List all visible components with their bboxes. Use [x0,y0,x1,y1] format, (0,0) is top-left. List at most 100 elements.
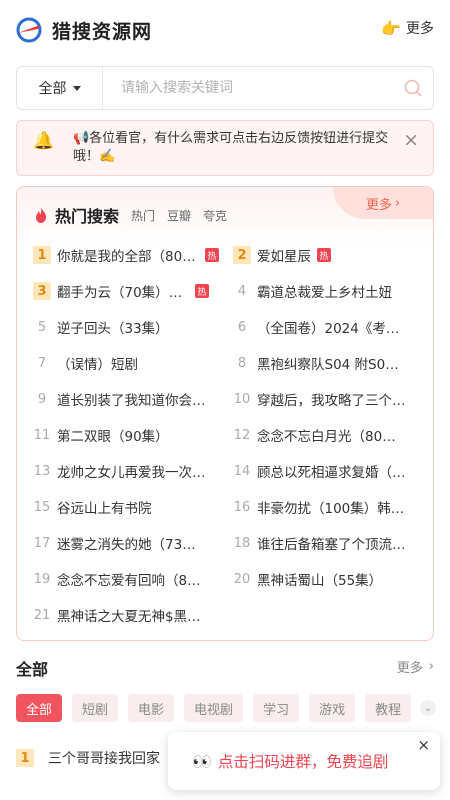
chevron-down-icon[interactable]: ⌄ [420,700,436,716]
all-more-link[interactable]: 更多 › [397,657,434,676]
fire-icon [36,207,46,223]
notice-banner: 🔔 📢各位看官，有什么需求可点击右边反馈按钮进行提交哦！✍️ × [16,120,434,176]
rank-badge: 2 [233,246,251,264]
tab-tutorial[interactable]: 教程 [365,694,412,722]
hot-tag-badge: 热 [317,248,331,262]
rank-badge: 16 [233,499,251,515]
tab-short-drama[interactable]: 短剧 [72,694,119,722]
site-logo-icon[interactable] [16,17,42,43]
hot-item-label: 逆子回头（33集） [57,321,169,337]
hot-item[interactable]: 16 非豪勿扰（100集）韩雨彤 [233,497,419,518]
hot-subtab-popular[interactable]: 热门 [131,207,155,224]
hot-item-label: 霸道总裁爱上乡村土妞 [257,285,392,301]
notice-close-button[interactable]: × [403,131,419,150]
category-tabs: 全部 短剧 电影 电视剧 学习 游戏 教程 [16,694,421,722]
rank-badge: 10 [233,391,251,407]
hot-item[interactable]: 18 谁往后备箱塞了个顶流男团 [233,533,419,554]
rank-badge: 1 [16,749,34,767]
hot-item[interactable]: 7 （误情）短剧 [33,353,219,374]
search-button[interactable] [393,67,433,109]
rank-badge: 7 [37,355,47,371]
hot-search-title: 热门搜索 [55,207,120,226]
hot-item-label: 念念不忘白月光（80集） [257,429,407,445]
hot-item-label: 翻手为云（70集）撒娇 [57,285,189,301]
hot-item[interactable]: 12 念念不忘白月光（80集） [233,425,419,446]
rank-badge: 9 [37,391,47,407]
category-dropdown[interactable]: 全部 [17,67,103,109]
hot-item[interactable]: 11 第二双眼（90集） [33,425,219,446]
caret-down-icon [72,85,81,91]
hot-search-header: 热门搜索 热门 豆瓣 夸克 [33,203,227,227]
tab-movie[interactable]: 电影 [128,694,175,722]
hot-item[interactable]: 13 龙帅之女儿再爱我一次短剧 [33,461,219,482]
hot-item-label: 龙帅之女儿再爱我一次短剧 [57,465,207,481]
hot-item[interactable]: 2 爱如星辰 热 [233,245,419,265]
rank-badge: 21 [33,607,51,623]
chevron-right-icon: › [394,195,401,211]
rank-badge: 15 [33,499,51,515]
rank-badge: 14 [233,463,251,479]
search-input[interactable] [103,67,393,109]
rank-badge: 1 [33,246,51,264]
rank-badge: 5 [37,319,47,335]
category-selected-value: 全部 [38,81,67,97]
tab-game[interactable]: 游戏 [309,694,356,722]
all-section-title: 全部 [16,660,49,679]
rank-badge: 13 [33,463,51,479]
rank-badge: 19 [33,571,51,587]
hot-item-label: 念念不忘爱有回响（85集） [57,573,207,589]
bell-icon: 🔔 [33,131,55,151]
hot-item[interactable]: 14 顾总以死相逼求复婚（短剧） [233,461,419,482]
hot-item[interactable]: 9 道长别装了我知道你会法术 [33,389,219,410]
search-bar: 全部 [16,66,434,110]
hot-subtab-douban[interactable]: 豆瓣 [167,207,191,224]
hot-item[interactable]: 6 （全国卷）2024《考向预测》 [233,317,419,338]
hot-item-label: 爱如星辰 [257,249,311,265]
all-more-label: 更多 [396,661,423,676]
rank-badge: 6 [237,319,247,335]
rank-badge: 12 [233,427,251,443]
tab-all[interactable]: 全部 [16,694,63,722]
hot-more-button[interactable]: 更多 › [333,187,433,219]
rank-badge: 11 [33,427,51,443]
join-group-popup[interactable]: 👀 点击扫码进群，免费追剧 × [168,732,440,790]
hot-item[interactable]: 1 你就是我的全部（80集） 热 [33,245,219,265]
hot-item[interactable]: 17 迷雾之消失的她（73集） [33,533,219,554]
popup-close-button[interactable]: × [417,738,430,753]
hot-item-label: 你就是我的全部（80集） [57,249,199,265]
hot-item[interactable]: 10 穿越后，我攻略了三个男主 [233,389,419,410]
rank-badge: 4 [237,283,247,299]
hot-item-label: 顾总以死相逼求复婚（短剧） [257,465,407,481]
hot-item-label: 穿越后，我攻略了三个男主 [257,393,407,409]
hot-tag-badge: 热 [205,248,219,262]
tab-tv-series[interactable]: 电视剧 [184,694,244,722]
rank-badge: 17 [33,535,51,551]
hot-item[interactable]: 21 黑神话之大夏无神$黑神话 [33,605,219,626]
notice-text: 📢各位看官，有什么需求可点击右边反馈按钮进行提交哦！✍️ [73,131,389,164]
header-more-label: 更多 [406,21,434,37]
hot-item-label: 黑神话之大夏无神$黑神话 [57,609,207,625]
site-title[interactable]: 猎搜资源网 [52,17,152,44]
hot-item[interactable]: 20 黑神话蜀山（55集） [233,569,419,590]
hot-subtab-quark[interactable]: 夸克 [203,207,227,224]
hot-item-label: 黑神话蜀山（55集） [257,573,383,589]
hot-item[interactable]: 4 霸道总裁爱上乡村土妞 [233,281,419,302]
hot-item-label: 非豪勿扰（100集）韩雨彤 [257,501,407,517]
hot-item[interactable]: 5 逆子回头（33集） [33,317,219,338]
hot-item-label: 第二双眼（90集） [57,429,169,445]
header-more-link[interactable]: 👉 更多 [381,18,434,38]
chevron-right-icon: › [428,659,434,674]
hot-item-label: 谁往后备箱塞了个顶流男团 [257,537,407,553]
hot-item-label: 谷远山上有书院 [57,501,152,517]
hot-item[interactable]: 19 念念不忘爱有回响（85集） [33,569,219,590]
hot-item-label: 迷雾之消失的她（73集） [57,537,207,553]
hot-item[interactable]: 8 黑袍纠察队S04 附S01-S03 [233,353,419,374]
hot-item-label: （全国卷）2024《考向预测》 [257,321,407,337]
list-item[interactable]: 1 三个哥哥接我回家 [16,748,160,768]
eyes-icon: 👀 [192,751,212,771]
tab-study[interactable]: 学习 [253,694,300,722]
hot-item[interactable]: 3 翻手为云（70集）撒娇 热 [33,281,219,301]
hot-more-label: 更多 [365,197,392,213]
rank-badge: 18 [233,535,251,551]
hot-item[interactable]: 15 谷远山上有书院 [33,497,219,518]
